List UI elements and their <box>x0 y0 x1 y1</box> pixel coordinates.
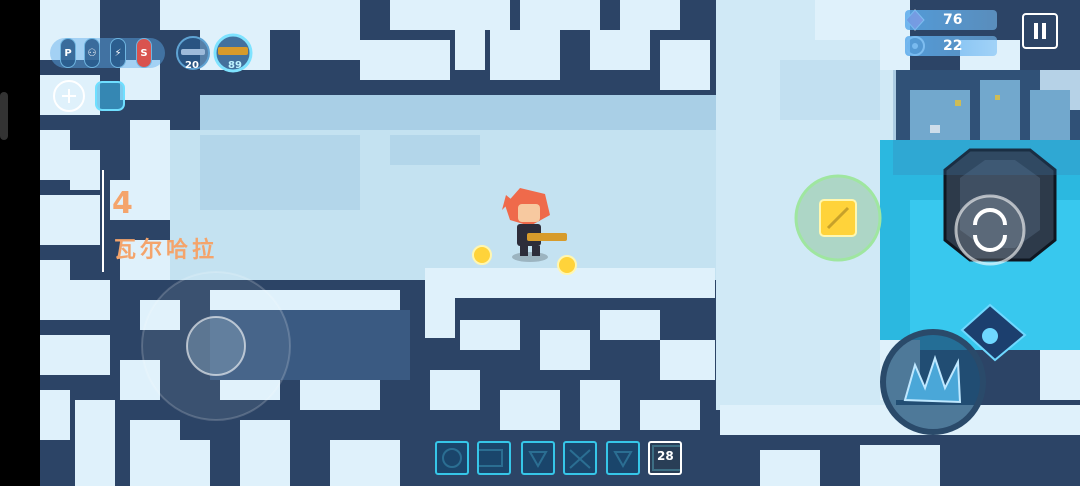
minimap[interactable] <box>893 70 1080 175</box>
gold-gun-icon <box>218 47 248 55</box>
gold-coin <box>472 245 492 265</box>
gold-coin <box>557 255 577 275</box>
corridor-patch <box>780 60 880 120</box>
joystick-thumb[interactable] <box>186 316 246 376</box>
buff-skull: ⚇ <box>84 38 100 68</box>
energy-counter: 22 <box>905 36 997 56</box>
left-black-bar <box>0 0 40 486</box>
floor-patch <box>200 135 360 210</box>
energy-count: 22 <box>943 38 963 54</box>
skill-slot-5[interactable] <box>606 441 640 475</box>
buff-power: P <box>60 38 76 68</box>
skill-slot-1[interactable] <box>435 441 469 475</box>
floor-patch-2 <box>390 135 480 165</box>
silver-gun-icon <box>181 49 205 55</box>
buff-lightning: ⚡ <box>110 38 126 68</box>
level-name: 瓦尔哈拉 <box>114 238 219 263</box>
armor-slot-icon <box>95 81 125 111</box>
skill-slot-3[interactable] <box>521 441 555 475</box>
skill-slot-2[interactable] <box>477 441 511 475</box>
phone-notch <box>0 92 8 140</box>
weapon-2-ammo: 89 <box>228 60 242 71</box>
gem-count: 76 <box>943 12 963 28</box>
buff-speed: S <box>136 38 152 68</box>
weapon-1-ammo: 20 <box>185 60 199 71</box>
switch-weapon-button[interactable] <box>954 194 1026 266</box>
backpack-count: 28 <box>657 449 674 463</box>
pause-button[interactable] <box>1022 13 1058 49</box>
skill-slot-4[interactable] <box>563 441 597 475</box>
gem-counter: 76 <box>905 10 997 30</box>
level-number: 4 <box>112 186 133 221</box>
ceiling-shadow <box>200 95 716 135</box>
player-gun <box>527 233 567 241</box>
